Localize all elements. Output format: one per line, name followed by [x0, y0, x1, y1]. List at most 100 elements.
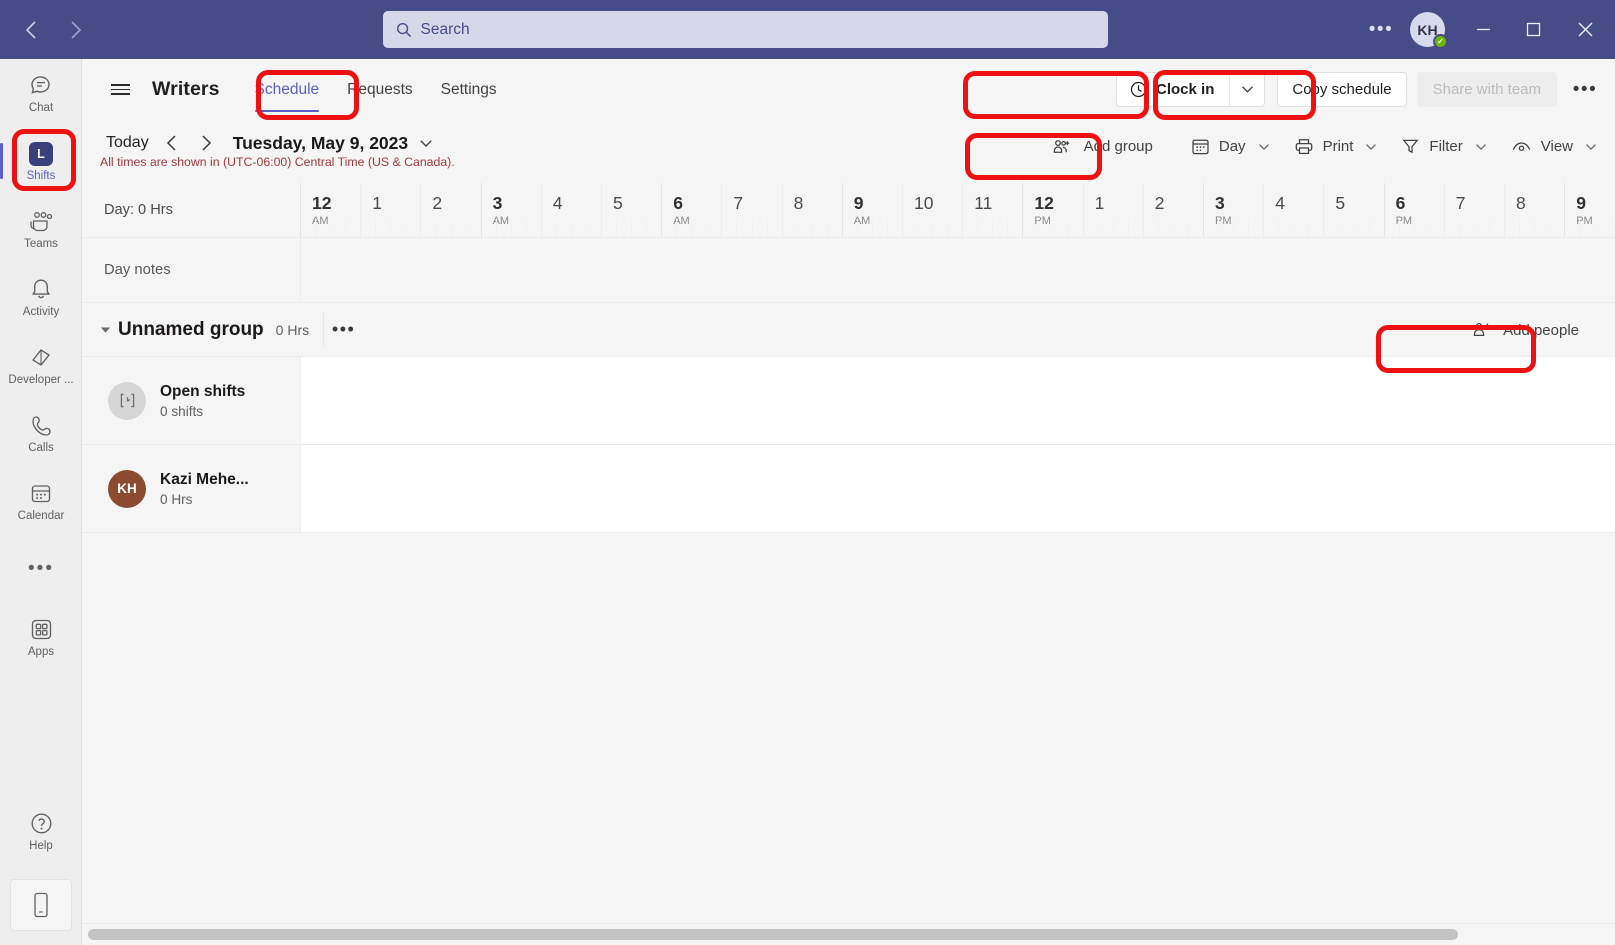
ruler-spacer [553, 212, 601, 227]
ruler-subtick [466, 219, 467, 237]
hamburger-menu-icon[interactable] [100, 70, 140, 110]
sidebar-item-shifts[interactable]: L Shifts [0, 127, 82, 195]
tab-label: Schedule [255, 81, 320, 99]
sidebar-item-chat[interactable]: Chat [0, 59, 82, 127]
sidebar-item-activity[interactable]: Activity [0, 263, 82, 331]
filter-button[interactable]: Filter [1389, 128, 1498, 165]
ruler-subtick [917, 219, 918, 237]
sidebar-item-calendar[interactable]: Calendar [0, 467, 82, 535]
sidebar-item-apps[interactable]: Apps [0, 603, 82, 671]
ruler-subtick [1188, 219, 1189, 237]
tab-requests[interactable]: Requests [334, 59, 425, 120]
ruler-spacer [1155, 212, 1203, 227]
day-notes-row[interactable]: Day notes [82, 238, 1615, 303]
ruler-subtick [315, 219, 316, 237]
ruler-meridiem-label: PM [1396, 215, 1444, 227]
ruler-subtick [706, 219, 707, 237]
shift-track[interactable] [300, 445, 1615, 532]
ruler-hour-label: 11 [974, 194, 1022, 212]
today-button[interactable]: Today [100, 134, 155, 152]
search-input[interactable]: Search [383, 11, 1108, 48]
view-label: View [1541, 138, 1573, 155]
ruler-subtick [345, 219, 346, 237]
person-meta: Kazi Mehe... 0 Hrs [160, 471, 249, 507]
titlebar-more-icon[interactable]: ••• [1360, 10, 1402, 50]
time-ruler: 12AM123AM456AM789AM101112PM123PM456PM789… [300, 183, 1615, 237]
window-nav-arrows [0, 13, 130, 47]
ruler-spacer [914, 212, 962, 227]
ruler-subtick [1308, 219, 1309, 237]
print-label: Print [1323, 138, 1354, 155]
app-rail: Chat L Shifts Teams Activity Developer .… [0, 59, 82, 945]
ruler-meridiem-label: AM [312, 215, 360, 227]
horizontal-scrollbar[interactable] [82, 923, 1615, 945]
person-cell[interactable]: KH Kazi Mehe... 0 Hrs [82, 445, 300, 532]
sidebar-more-button[interactable]: ••• [0, 535, 82, 603]
sidebar-item-teams[interactable]: Teams [0, 195, 82, 263]
sidebar-item-calls[interactable]: Calls [0, 399, 82, 467]
ruler-hour-label: 1 [1095, 194, 1143, 212]
header-more-icon[interactable]: ••• [1563, 68, 1607, 112]
ruler-subtick [1399, 219, 1400, 237]
help-icon [29, 811, 54, 837]
apps-icon [29, 617, 54, 643]
ruler-meridiem-label: AM [854, 215, 902, 227]
ruler-subtick [1128, 219, 1129, 237]
clock-in-dropdown-chevron-down-icon[interactable] [1230, 73, 1264, 106]
maximize-button[interactable] [1509, 10, 1557, 50]
filter-icon [1401, 137, 1420, 156]
tab-settings[interactable]: Settings [428, 59, 510, 120]
ruler-subtick [1173, 219, 1174, 237]
close-button[interactable] [1559, 10, 1611, 50]
sidebar-item-label: Help [29, 840, 53, 852]
view-mode-button[interactable]: Day [1179, 128, 1282, 165]
clock-icon [1130, 81, 1147, 98]
mobile-app-button[interactable] [10, 879, 72, 931]
sidebar-item-developer[interactable]: Developer ... [0, 331, 82, 399]
group-hours: 0 Hrs [276, 322, 309, 338]
add-group-button[interactable]: Add group [1041, 128, 1167, 165]
minimize-button[interactable] [1459, 10, 1507, 50]
clock-in-button[interactable]: Clock in [1117, 73, 1230, 106]
ruler-hour-label: 4 [553, 194, 601, 212]
ruler-subtick [375, 219, 376, 237]
tab-schedule[interactable]: Schedule [242, 59, 333, 120]
add-people-button[interactable]: Add people [1460, 312, 1593, 348]
shift-track[interactable] [300, 357, 1615, 444]
date-picker-chevron-down-icon[interactable] [419, 139, 433, 148]
filter-label: Filter [1429, 138, 1462, 155]
ruler-subtick [1233, 219, 1234, 237]
ruler-subtick [1369, 219, 1370, 237]
add-group-label: Add group [1084, 138, 1153, 155]
group-collapse-caret-icon[interactable] [94, 326, 116, 334]
ruler-subtick [1354, 219, 1355, 237]
avatar[interactable]: KH ✓ [1410, 12, 1445, 47]
ruler-subtick [616, 219, 617, 237]
back-arrow-icon[interactable] [14, 13, 48, 47]
sidebar-item-label: Apps [28, 646, 54, 658]
current-date-label: Tuesday, May 9, 2023 [233, 133, 408, 154]
clock-in-split-button[interactable]: Clock in [1116, 72, 1265, 107]
forward-arrow-icon[interactable] [58, 13, 92, 47]
print-button[interactable]: Print [1282, 128, 1390, 165]
search-placeholder: Search [421, 21, 470, 39]
ruler-spacer [794, 212, 842, 227]
ruler-subtick [872, 219, 873, 237]
ruler-subtick [646, 219, 647, 237]
sidebar-item-help[interactable]: Help [0, 797, 82, 865]
scrollbar-thumb[interactable] [88, 929, 1458, 940]
ruler-subtick [1459, 219, 1460, 237]
ruler-subtick [812, 219, 813, 237]
view-button[interactable]: View [1499, 128, 1609, 165]
copy-schedule-button[interactable]: Copy schedule [1277, 72, 1406, 107]
group-name[interactable]: Unnamed group [118, 319, 264, 341]
ruler-subtick [1489, 219, 1490, 237]
calls-icon [30, 413, 53, 439]
ruler-hour-label: 1 [372, 194, 420, 212]
group-more-icon[interactable]: ••• [323, 313, 363, 347]
day-notes-track[interactable] [300, 238, 1615, 302]
ruler-subtick [827, 219, 828, 237]
person-cell[interactable]: Open shifts 0 shifts [82, 357, 300, 444]
ruler-spacer [1516, 212, 1564, 227]
ruler-subtick [631, 219, 632, 237]
